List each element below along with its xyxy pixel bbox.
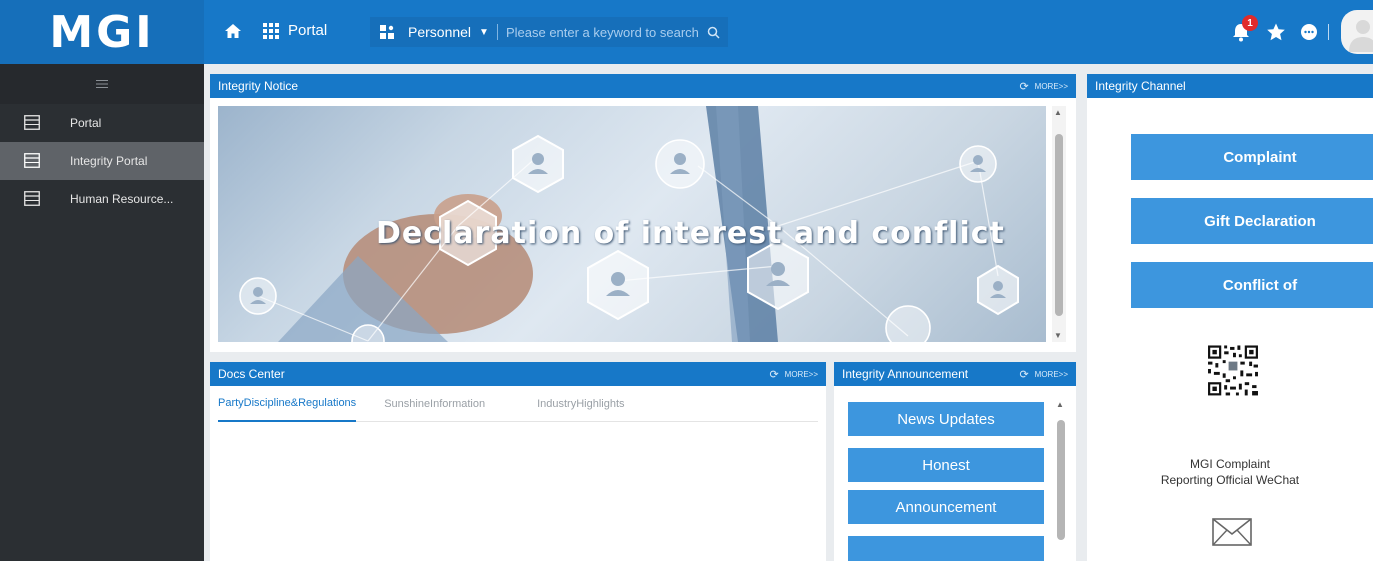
announcement-item-button[interactable] (848, 536, 1044, 561)
panel-title: Integrity Announcement (842, 367, 969, 381)
panel-tools: ⟳ MORE>> (1019, 74, 1068, 98)
scroll-up-icon[interactable]: ▲ (1056, 400, 1064, 409)
scroll-up-icon[interactable]: ▲ (1054, 108, 1062, 117)
home-icon[interactable] (224, 22, 242, 40)
apps-grid-icon[interactable] (262, 22, 280, 40)
topbar-actions: 1 (1230, 0, 1373, 64)
panel-title: Docs Center (218, 367, 285, 381)
integrity-announcement-panel: Integrity Announcement ⟳ MORE>> News Upd… (834, 362, 1076, 561)
search-bar: Personnel ▼ Please enter a keyword to se… (370, 17, 728, 47)
tab-sunshine-information[interactable]: SunshineInformation (384, 386, 485, 422)
more-link[interactable]: MORE>> (785, 370, 818, 379)
panel-title: Integrity Notice (218, 79, 299, 93)
panel-title: Integrity Channel (1095, 79, 1186, 93)
more-link[interactable]: MORE>> (1035, 370, 1068, 379)
logo-text: MGI (49, 6, 155, 58)
integrity-channel-panel: Integrity Channel Complaint Gift Declara… (1087, 74, 1373, 561)
chevron-down-icon[interactable]: ▼ (479, 27, 489, 38)
sidebar-item-portal[interactable]: Portal (0, 104, 204, 142)
tab-industry-highlights[interactable]: IndustryHighlights (537, 386, 624, 422)
menu-icon (96, 80, 108, 88)
sidebar-item-human-resource[interactable]: Human Resource... (0, 180, 204, 218)
integrity-notice-panel: Integrity Notice ⟳ MORE>> Declaration of… (210, 74, 1076, 352)
scrollbar-thumb[interactable] (1055, 134, 1063, 316)
portal-page-icon (24, 153, 40, 168)
panel-tools: ⟳ MORE>> (769, 362, 818, 386)
scroll-down-icon[interactable]: ▼ (1054, 331, 1062, 340)
search-icon[interactable] (707, 26, 720, 39)
refresh-icon[interactable]: ⟳ (1019, 80, 1028, 93)
logo[interactable]: MGI (0, 0, 204, 64)
news-updates-button[interactable]: News Updates (848, 402, 1044, 436)
topbar-divider (1328, 24, 1329, 40)
panel-header: Docs Center ⟳ MORE>> (210, 362, 826, 386)
scrollbar-thumb[interactable] (1057, 420, 1065, 540)
avatar-icon (1349, 20, 1373, 52)
refresh-icon[interactable]: ⟳ (769, 368, 778, 381)
notification-badge: 1 (1242, 15, 1258, 31)
qr-caption-line1: MGI Complaint (1189, 457, 1271, 471)
banner-scrollbar[interactable]: ▲ ▼ (1052, 106, 1066, 342)
conflict-of-interest-button[interactable]: Conflict of (1131, 262, 1373, 308)
mail-icon[interactable] (1212, 518, 1252, 546)
gift-declaration-button[interactable]: Gift Declaration (1131, 198, 1373, 244)
more-link[interactable]: MORE>> (1035, 82, 1068, 91)
personnel-icon (380, 25, 394, 39)
honest-button[interactable]: Honest (848, 448, 1044, 482)
top-bar: MGI Portal Personnel ▼ Please enter a ke… (0, 0, 1373, 64)
panel-header: Integrity Channel (1087, 74, 1373, 98)
search-divider (496, 24, 498, 40)
portal-link[interactable]: Portal (288, 22, 327, 39)
qr-caption-line2: Reporting Official WeChat (1160, 473, 1300, 487)
docs-center-panel: Docs Center ⟳ MORE>> PartyDiscipline&Reg… (210, 362, 826, 561)
banner-image[interactable]: Declaration of interest and conflict (218, 106, 1046, 342)
sidebar-item-integrity-portal[interactable]: Integrity Portal (0, 142, 204, 180)
search-input[interactable]: Please enter a keyword to search (506, 25, 699, 40)
sidebar-item-label: Human Resource... (70, 192, 174, 206)
portal-page-icon (24, 115, 40, 130)
qr-code (1206, 344, 1260, 397)
tab-party-discipline[interactable]: PartyDiscipline&Regulations (218, 386, 357, 422)
chat-icon[interactable] (1300, 23, 1318, 41)
panel-header: Integrity Announcement ⟳ MORE>> (834, 362, 1076, 386)
banner-title: Declaration of interest and conflict (376, 216, 1005, 251)
star-icon[interactable] (1266, 22, 1286, 42)
sidebar: Portal Integrity Portal Human Resource..… (0, 64, 204, 561)
panel-header: Integrity Notice ⟳ MORE>> (210, 74, 1076, 98)
portal-page-icon (24, 191, 40, 206)
announcement-button[interactable]: Announcement (848, 490, 1044, 524)
announcement-scrollbar[interactable]: ▲ (1054, 398, 1068, 561)
notifications-button[interactable]: 1 (1230, 15, 1258, 43)
avatar[interactable] (1341, 10, 1373, 54)
sidebar-toggle[interactable] (0, 64, 204, 104)
docs-tabs: PartyDiscipline&Regulations SunshineInfo… (218, 386, 818, 422)
complaint-button[interactable]: Complaint (1131, 134, 1373, 180)
sidebar-item-label: Integrity Portal (70, 154, 148, 168)
panel-tools: ⟳ MORE>> (1019, 362, 1068, 386)
personnel-selector[interactable]: Personnel (408, 24, 471, 40)
sidebar-item-label: Portal (70, 116, 102, 130)
refresh-icon[interactable]: ⟳ (1019, 368, 1028, 381)
